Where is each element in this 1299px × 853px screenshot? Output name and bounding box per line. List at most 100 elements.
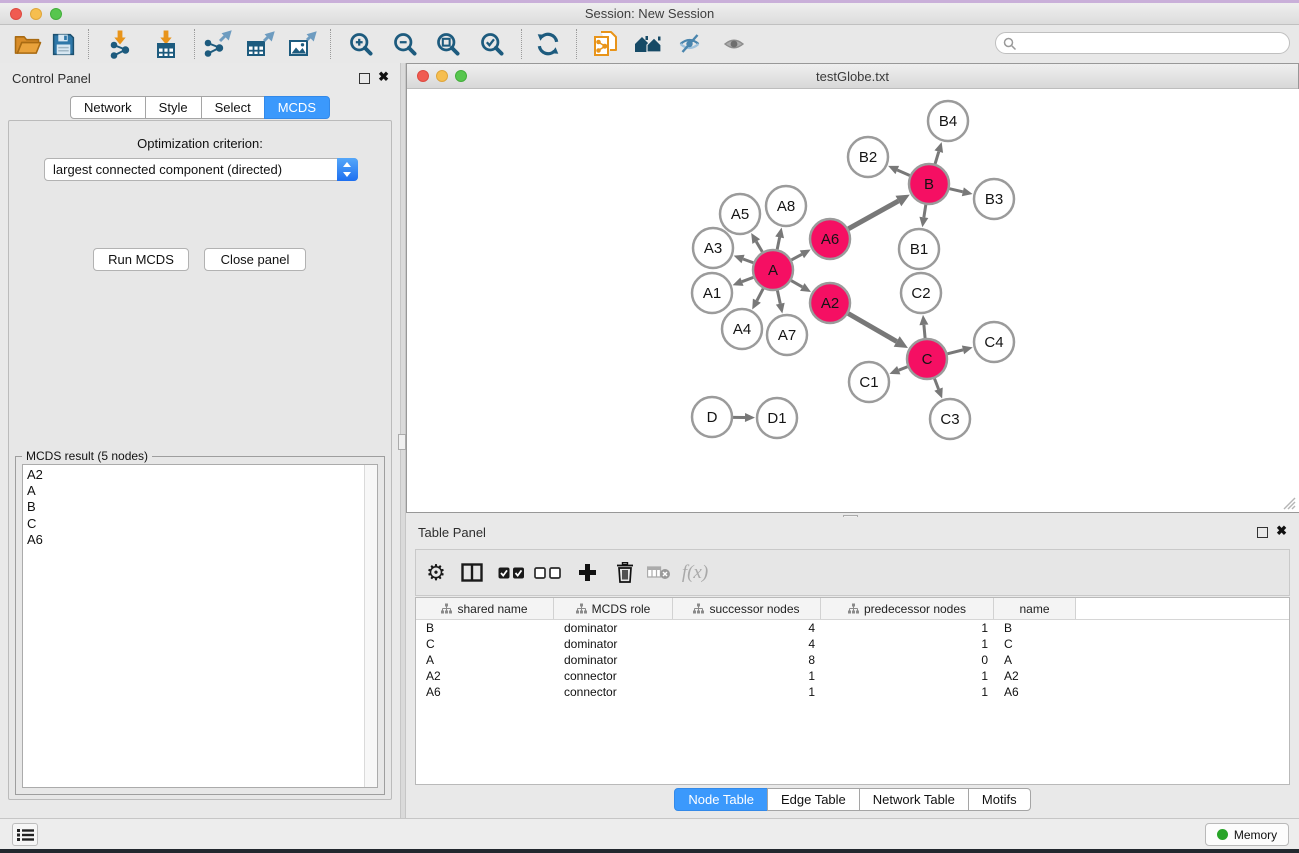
network-view-window[interactable]: testGlobe.txt B4B2BB3A5A8A6B1A3AC2A1A2A4…	[406, 63, 1299, 513]
network-window-titlebar[interactable]: testGlobe.txt	[407, 64, 1298, 89]
edge-A6-B[interactable]	[848, 195, 909, 229]
node-C[interactable]: C	[907, 339, 947, 379]
table-cell[interactable]: A	[994, 653, 1076, 667]
minimize-window-button[interactable]	[30, 8, 42, 20]
float-panel-icon[interactable]	[359, 73, 370, 84]
edge-A-A7[interactable]	[776, 291, 785, 314]
edge-D-D1[interactable]	[733, 413, 755, 422]
table-row[interactable]: Bdominator41B	[416, 620, 1289, 636]
tab-network[interactable]: Network	[70, 96, 146, 119]
tab-node-table[interactable]: Node Table	[674, 788, 768, 811]
resize-grip-icon[interactable]	[1281, 495, 1296, 510]
table-cell[interactable]: dominator	[554, 621, 673, 635]
zoom-selected-button[interactable]	[475, 27, 509, 61]
table-cell[interactable]: B	[416, 621, 554, 635]
edge-A-A5[interactable]	[751, 233, 762, 252]
add-button[interactable]	[569, 550, 605, 595]
column-header-predecessor-nodes[interactable]: predecessor nodes	[821, 598, 994, 619]
edge-B-B3[interactable]	[949, 187, 972, 196]
table-cell[interactable]: 4	[673, 621, 821, 635]
maximize-network-button[interactable]	[455, 70, 467, 82]
node-A4[interactable]: A4	[722, 309, 762, 349]
column-header-shared-name[interactable]: shared name	[416, 598, 554, 619]
tab-motifs[interactable]: Motifs	[968, 788, 1031, 811]
close-panel-button[interactable]: Close panel	[204, 248, 306, 271]
memory-button[interactable]: Memory	[1205, 823, 1289, 846]
import-network-button[interactable]	[103, 27, 137, 61]
table-cell[interactable]: 1	[821, 685, 994, 699]
node-A5[interactable]: A5	[720, 194, 760, 234]
close-table-panel-icon[interactable]: ✖	[1276, 523, 1287, 538]
float-table-panel-icon[interactable]	[1257, 527, 1268, 538]
mcds-result-list[interactable]: A2ABCA6	[22, 464, 378, 788]
edge-A-A4[interactable]	[752, 289, 763, 310]
zoom-in-button[interactable]	[344, 27, 378, 61]
node-A2[interactable]: A2	[810, 283, 850, 323]
criterion-select[interactable]: largest connected component (directed)	[44, 158, 358, 181]
show-graphics-details-button[interactable]	[718, 27, 752, 61]
node-A3[interactable]: A3	[693, 228, 733, 268]
table-cell[interactable]: B	[994, 621, 1076, 635]
table-cell[interactable]: A6	[416, 685, 554, 699]
edge-C-C2[interactable]	[919, 315, 928, 338]
delete-button[interactable]	[607, 550, 643, 595]
new-network-from-selection-button[interactable]	[589, 27, 623, 61]
close-network-button[interactable]	[417, 70, 429, 82]
edge-A2-C[interactable]	[848, 313, 908, 348]
import-table-button[interactable]	[149, 27, 183, 61]
export-network-button[interactable]	[201, 27, 235, 61]
tab-mcds[interactable]: MCDS	[264, 96, 330, 119]
column-header-MCDS-role[interactable]: MCDS role	[554, 598, 673, 619]
table-cell[interactable]: A6	[994, 685, 1076, 699]
mcds-result-item[interactable]: A2	[23, 467, 377, 483]
home-button[interactable]	[631, 27, 665, 61]
table-row[interactable]: A6connector11A6	[416, 684, 1289, 700]
open-session-button[interactable]	[11, 27, 45, 61]
tab-network-table[interactable]: Network Table	[859, 788, 969, 811]
table-cell[interactable]: A2	[416, 669, 554, 683]
table-cell[interactable]: 4	[673, 637, 821, 651]
node-A[interactable]: A	[753, 250, 793, 290]
node-B[interactable]: B	[909, 164, 949, 204]
close-window-button[interactable]	[10, 8, 22, 20]
refresh-view-button[interactable]	[531, 27, 565, 61]
node-B3[interactable]: B3	[974, 179, 1014, 219]
tab-select[interactable]: Select	[201, 96, 265, 119]
run-mcds-button[interactable]: Run MCDS	[93, 248, 189, 271]
zoom-fit-button[interactable]	[431, 27, 465, 61]
search-input[interactable]	[1020, 34, 1286, 54]
table-cell[interactable]: A2	[994, 669, 1076, 683]
zoom-out-button[interactable]	[388, 27, 422, 61]
node-B1[interactable]: B1	[899, 229, 939, 269]
node-B4[interactable]: B4	[928, 101, 968, 141]
close-panel-icon[interactable]: ✖	[378, 69, 389, 84]
table-cell[interactable]: connector	[554, 685, 673, 699]
tab-style[interactable]: Style	[145, 96, 202, 119]
mcds-result-item[interactable]: A6	[23, 532, 377, 548]
table-settings-button[interactable]: ⚙	[418, 550, 454, 595]
table-cell[interactable]: 1	[821, 669, 994, 683]
table-cell[interactable]: C	[416, 637, 554, 651]
maximize-window-button[interactable]	[50, 8, 62, 20]
node-D1[interactable]: D1	[757, 398, 797, 438]
table-cell[interactable]: C	[994, 637, 1076, 651]
tab-edge-table[interactable]: Edge Table	[767, 788, 860, 811]
split-panel-button[interactable]	[454, 550, 490, 595]
edge-C-C4[interactable]	[947, 346, 972, 355]
edge-B-B1[interactable]	[919, 205, 928, 228]
table-cell[interactable]: 1	[821, 621, 994, 635]
edge-C-C1[interactable]	[889, 366, 907, 374]
mcds-result-item[interactable]: B	[23, 499, 377, 515]
table-cell[interactable]: connector	[554, 669, 673, 683]
splitter-grip[interactable]	[398, 434, 406, 450]
table-cell[interactable]: 1	[673, 669, 821, 683]
export-image-button[interactable]	[286, 27, 320, 61]
scrollbar[interactable]	[364, 465, 377, 787]
mcds-result-item[interactable]: C	[23, 516, 377, 532]
table-row[interactable]: Cdominator41C	[416, 636, 1289, 652]
table-cell[interactable]: 1	[673, 685, 821, 699]
network-canvas[interactable]: B4B2BB3A5A8A6B1A3AC2A1A2A4A7C4CC1C3DD1	[408, 89, 1299, 512]
task-history-button[interactable]	[12, 823, 38, 846]
edge-B-B4[interactable]	[934, 142, 943, 164]
node-A7[interactable]: A7	[767, 315, 807, 355]
